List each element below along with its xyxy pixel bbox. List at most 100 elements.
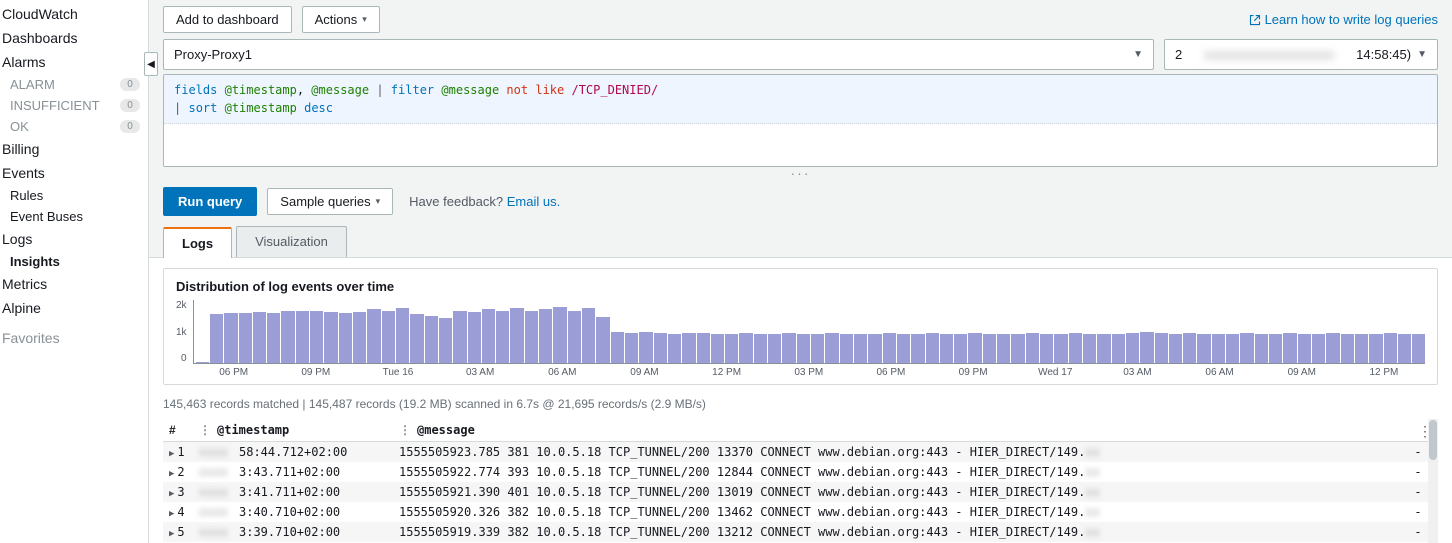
bar[interactable] [940, 334, 953, 363]
drag-handle-icon[interactable]: ⋮ [399, 423, 411, 437]
bar[interactable] [854, 334, 867, 363]
bar[interactable] [1312, 334, 1325, 363]
nav-alarms[interactable]: Alarms [0, 50, 148, 74]
tab-logs[interactable]: Logs [163, 227, 232, 258]
drag-handle-icon[interactable]: ⋮ [199, 423, 211, 437]
bar[interactable] [797, 334, 810, 363]
bar[interactable] [553, 307, 566, 363]
bar[interactable] [296, 311, 309, 364]
bar[interactable] [911, 334, 924, 363]
learn-link[interactable]: Learn how to write log queries [1249, 12, 1438, 27]
nav-dashboards[interactable]: Dashboards [0, 26, 148, 50]
log-group-select[interactable]: Proxy-Proxy1 ▼ [163, 39, 1154, 70]
bar[interactable] [253, 312, 266, 363]
table-row[interactable]: ▶5xxxx3:39.710+02:001555505919.339 382 1… [163, 522, 1438, 542]
run-query-button[interactable]: Run query [163, 187, 257, 216]
expand-row-icon[interactable]: ▶ [169, 469, 174, 479]
bar[interactable] [983, 334, 996, 363]
query-editor[interactable]: fields @timestamp, @message | filter @me… [163, 74, 1438, 167]
bar[interactable] [582, 308, 595, 363]
bar[interactable] [196, 362, 209, 363]
nav-insufficient[interactable]: INSUFFICIENT0 [0, 95, 148, 116]
bar[interactable] [1269, 334, 1282, 363]
bar[interactable] [611, 332, 624, 364]
bar[interactable] [897, 334, 910, 363]
bar[interactable] [1197, 334, 1210, 363]
sidebar-collapse-button[interactable]: ◀ [144, 52, 158, 76]
bar[interactable] [596, 317, 609, 363]
bar[interactable] [697, 333, 710, 363]
scrollbar[interactable] [1428, 419, 1438, 543]
bar[interactable] [510, 308, 523, 363]
bar[interactable] [625, 333, 638, 363]
bar[interactable] [682, 333, 695, 363]
email-us-link[interactable]: Email us. [507, 194, 560, 209]
bar[interactable] [754, 334, 767, 363]
bar[interactable] [453, 311, 466, 364]
bar[interactable] [439, 318, 452, 363]
bar[interactable] [1011, 334, 1024, 363]
bar[interactable] [1026, 333, 1039, 363]
nav-logs[interactable]: Logs [0, 227, 148, 251]
bar[interactable] [396, 308, 409, 363]
bar[interactable] [568, 311, 581, 364]
bar[interactable] [1169, 334, 1182, 363]
bar[interactable] [1398, 334, 1411, 363]
bar[interactable] [782, 333, 795, 363]
bars[interactable] [193, 300, 1425, 364]
bar[interactable] [239, 313, 252, 363]
nav-event-buses[interactable]: Event Buses [0, 206, 148, 227]
bar[interactable] [339, 313, 352, 363]
bar[interactable] [1226, 334, 1239, 363]
bar[interactable] [1183, 333, 1196, 363]
bar[interactable] [539, 309, 552, 363]
bar[interactable] [1283, 333, 1296, 363]
bar[interactable] [482, 309, 495, 363]
bar[interactable] [639, 332, 652, 364]
bar[interactable] [868, 334, 881, 363]
bar[interactable] [997, 334, 1010, 363]
bar[interactable] [496, 311, 509, 364]
bar[interactable] [1155, 333, 1168, 363]
bar[interactable] [1212, 334, 1225, 363]
nav-metrics[interactable]: Metrics [0, 272, 148, 296]
bar[interactable] [1112, 334, 1125, 363]
bar[interactable] [825, 333, 838, 363]
bar[interactable] [210, 314, 223, 363]
bar[interactable] [281, 311, 294, 364]
bar[interactable] [926, 333, 939, 363]
add-to-dashboard-button[interactable]: Add to dashboard [163, 6, 292, 33]
expand-row-icon[interactable]: ▶ [169, 509, 174, 519]
bar[interactable] [367, 309, 380, 363]
nav-events[interactable]: Events [0, 161, 148, 185]
bar[interactable] [954, 334, 967, 363]
bar[interactable] [1412, 334, 1425, 363]
bar[interactable] [968, 333, 981, 363]
bar[interactable] [725, 334, 738, 363]
bar[interactable] [324, 312, 337, 363]
bar[interactable] [382, 311, 395, 364]
bar[interactable] [1040, 334, 1053, 363]
nav-alpine[interactable]: Alpine [0, 296, 148, 320]
bar[interactable] [1326, 333, 1339, 363]
expand-row-icon[interactable]: ▶ [169, 529, 174, 539]
query-code[interactable]: fields @timestamp, @message | filter @me… [164, 75, 1437, 124]
table-row[interactable]: ▶2xxxx3:43.711+02:001555505922.774 393 1… [163, 462, 1438, 482]
bar[interactable] [739, 333, 752, 363]
bar[interactable] [1069, 333, 1082, 363]
bar[interactable] [883, 333, 896, 363]
bar[interactable] [525, 311, 538, 364]
bar[interactable] [711, 334, 724, 363]
nav-insights[interactable]: Insights [0, 251, 148, 272]
bar[interactable] [267, 313, 280, 363]
bar[interactable] [1369, 334, 1382, 363]
nav-cloudwatch[interactable]: CloudWatch [0, 2, 148, 26]
bar[interactable] [768, 334, 781, 363]
col-timestamp[interactable]: ⋮@timestamp [193, 419, 393, 442]
bar[interactable] [1126, 333, 1139, 363]
bar[interactable] [1384, 333, 1397, 363]
table-row[interactable]: ▶1xxxx58:44.712+02:001555505923.785 381 … [163, 442, 1438, 463]
bar[interactable] [468, 312, 481, 363]
bar[interactable] [840, 334, 853, 363]
nav-favorites[interactable]: Favorites [0, 326, 148, 350]
